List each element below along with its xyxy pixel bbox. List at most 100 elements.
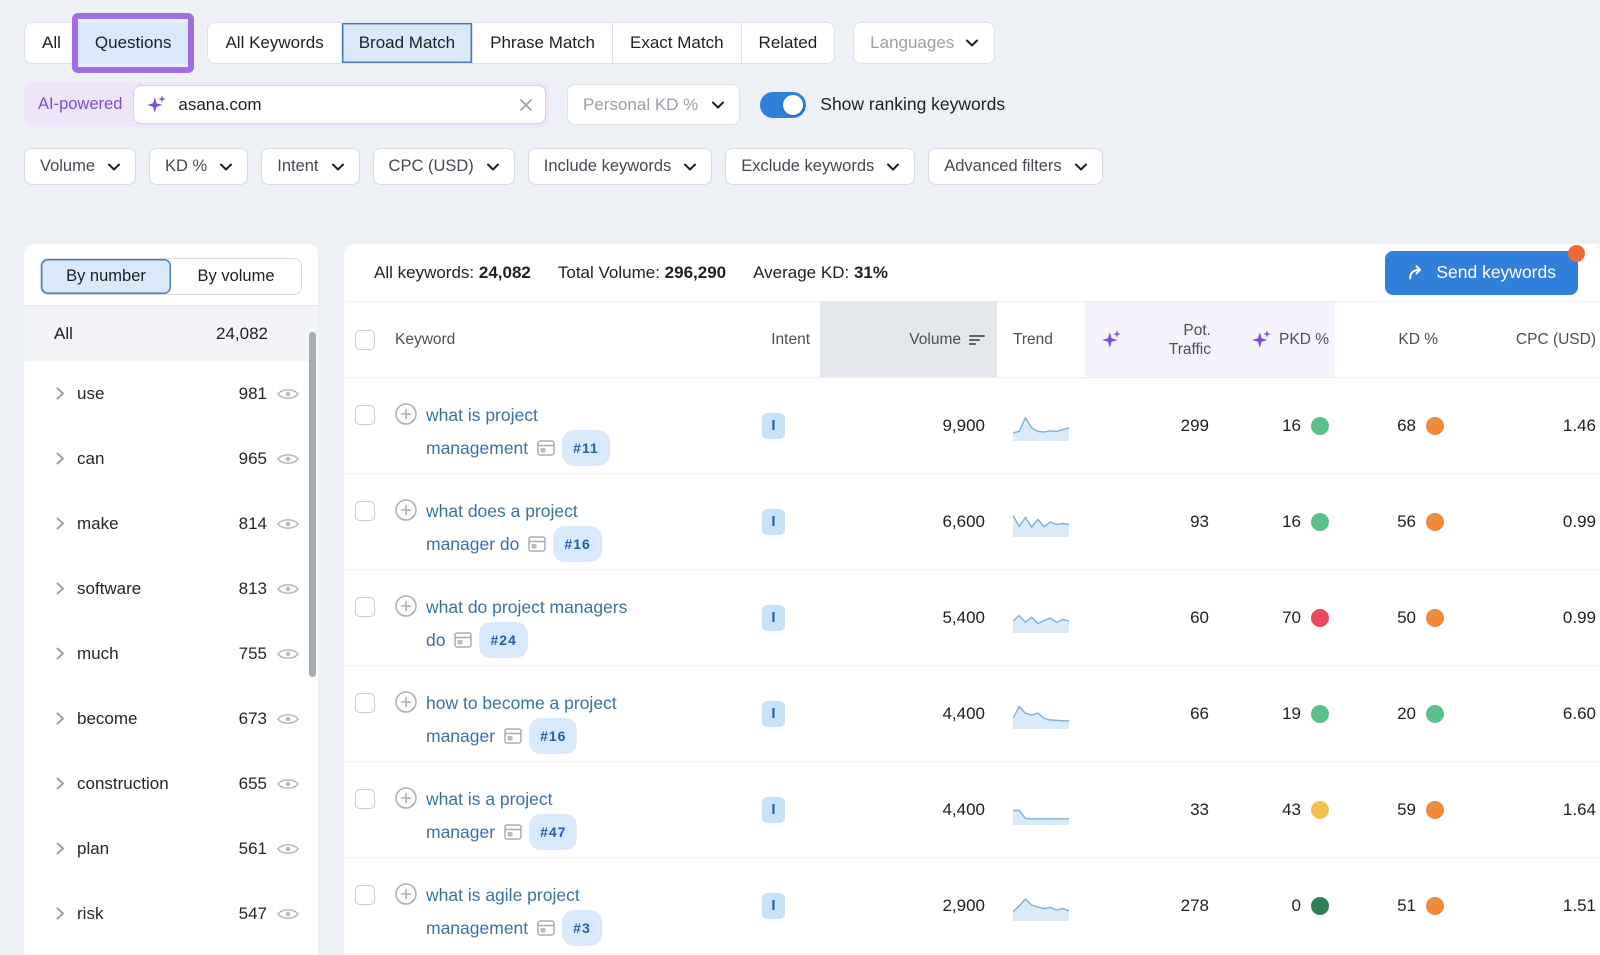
group-all-row[interactable]: All 24,082 bbox=[24, 306, 318, 361]
eye-icon[interactable] bbox=[277, 516, 299, 532]
header-trend[interactable]: Trend bbox=[997, 302, 1085, 377]
trend-sparkline bbox=[1013, 699, 1069, 729]
keyword-group-software[interactable]: software 813 bbox=[24, 556, 318, 621]
eye-icon[interactable] bbox=[277, 841, 299, 857]
keyword-link[interactable]: what does a projectmanager do#16 bbox=[426, 496, 602, 562]
kd-status-dot bbox=[1426, 897, 1444, 915]
volume-value: 2,900 bbox=[820, 858, 997, 953]
row-checkbox[interactable] bbox=[355, 405, 375, 425]
tab-related[interactable]: Related bbox=[741, 23, 835, 63]
sidebar-vertical-scrollbar[interactable] bbox=[309, 332, 316, 677]
keyword-link[interactable]: what is projectmanagement#11 bbox=[426, 400, 610, 466]
row-checkbox[interactable] bbox=[355, 885, 375, 905]
group-label: plan bbox=[77, 839, 239, 859]
clear-search-icon[interactable] bbox=[519, 98, 533, 112]
eye-icon[interactable] bbox=[277, 776, 299, 792]
tab-all-keywords[interactable]: All Keywords bbox=[208, 23, 340, 63]
chevron-right-icon[interactable] bbox=[56, 842, 65, 855]
languages-dropdown[interactable]: Languages bbox=[853, 22, 995, 64]
chevron-right-icon[interactable] bbox=[56, 712, 65, 725]
keyword-group-use[interactable]: use 981 bbox=[24, 361, 318, 426]
personal-kd-dropdown[interactable]: Personal KD % bbox=[567, 84, 740, 125]
tab-broad-match[interactable]: Broad Match bbox=[341, 23, 472, 63]
keyword-group-can[interactable]: can 965 bbox=[24, 426, 318, 491]
filter-row: Volume KD % Intent CPC (USD) Include key… bbox=[24, 148, 1600, 185]
eye-icon[interactable] bbox=[277, 646, 299, 662]
intent-badge[interactable]: I bbox=[762, 797, 785, 823]
keyword-group-much[interactable]: much 755 bbox=[24, 621, 318, 686]
header-cpc[interactable]: CPC (USD) bbox=[1450, 302, 1600, 377]
tab-phrase-match[interactable]: Phrase Match bbox=[472, 23, 612, 63]
kd-value: 20 bbox=[1397, 704, 1416, 724]
header-pkd[interactable]: PKD % bbox=[1225, 302, 1335, 377]
eye-icon[interactable] bbox=[277, 581, 299, 597]
keyword-group-construction[interactable]: construction 655 bbox=[24, 751, 318, 816]
header-kd[interactable]: KD % bbox=[1335, 302, 1450, 377]
include-keywords-filter[interactable]: Include keywords bbox=[528, 148, 712, 185]
chevron-right-icon[interactable] bbox=[56, 517, 65, 530]
header-intent[interactable]: Intent bbox=[750, 302, 820, 377]
keyword-link[interactable]: what do project managersdo#24 bbox=[426, 592, 627, 658]
row-checkbox[interactable] bbox=[355, 789, 375, 809]
keyword-group-make[interactable]: make 814 bbox=[24, 491, 318, 556]
row-checkbox[interactable] bbox=[355, 597, 375, 617]
group-label: can bbox=[77, 449, 239, 469]
tab-questions[interactable]: Questions bbox=[78, 22, 189, 64]
chevron-right-icon[interactable] bbox=[56, 582, 65, 595]
intent-filter[interactable]: Intent bbox=[261, 148, 359, 185]
chevron-right-icon[interactable] bbox=[56, 647, 65, 660]
volume-value: 4,400 bbox=[820, 762, 997, 857]
ranking-position-badge: #11 bbox=[562, 430, 610, 466]
tab-by-volume[interactable]: By volume bbox=[171, 259, 301, 294]
chevron-right-icon[interactable] bbox=[56, 907, 65, 920]
add-keyword-icon[interactable] bbox=[395, 403, 417, 425]
row-checkbox[interactable] bbox=[355, 501, 375, 521]
advanced-filters[interactable]: Advanced filters bbox=[928, 148, 1102, 185]
keyword-group-become[interactable]: become 673 bbox=[24, 686, 318, 751]
group-label: use bbox=[77, 384, 239, 404]
chevron-right-icon[interactable] bbox=[56, 777, 65, 790]
keyword-group-plan[interactable]: plan 561 bbox=[24, 816, 318, 881]
add-keyword-icon[interactable] bbox=[395, 787, 417, 809]
intent-badge[interactable]: I bbox=[762, 509, 785, 535]
keyword-group-risk[interactable]: risk 547 bbox=[24, 881, 318, 946]
eye-icon[interactable] bbox=[277, 711, 299, 727]
show-ranking-keywords-label: Show ranking keywords bbox=[820, 94, 1005, 115]
intent-badge[interactable]: I bbox=[762, 413, 785, 439]
pot-traffic-value: 93 bbox=[1085, 474, 1225, 569]
select-all-checkbox[interactable] bbox=[355, 330, 375, 350]
intent-badge[interactable]: I bbox=[762, 893, 785, 919]
tab-all[interactable]: All bbox=[25, 23, 78, 63]
chevron-right-icon[interactable] bbox=[56, 387, 65, 400]
eye-icon[interactable] bbox=[277, 906, 299, 922]
search-input[interactable]: asana.com bbox=[133, 85, 546, 124]
keywords-table-panel: All keywords: 24,082 Total Volume: 296,2… bbox=[344, 244, 1600, 955]
keyword-link[interactable]: what is a projectmanager#47 bbox=[426, 784, 577, 850]
intent-badge[interactable]: I bbox=[762, 701, 785, 727]
volume-filter[interactable]: Volume bbox=[24, 148, 136, 185]
cpc-filter[interactable]: CPC (USD) bbox=[373, 148, 515, 185]
match-tabs-group: All Keywords Broad Match Phrase Match Ex… bbox=[207, 22, 835, 64]
keyword-link[interactable]: how to become a projectmanager#16 bbox=[426, 688, 617, 754]
exclude-keywords-filter[interactable]: Exclude keywords bbox=[725, 148, 915, 185]
add-keyword-icon[interactable] bbox=[395, 883, 417, 905]
send-keywords-button[interactable]: Send keywords bbox=[1385, 251, 1578, 295]
add-keyword-icon[interactable] bbox=[395, 499, 417, 521]
pkd-status-dot bbox=[1311, 417, 1329, 435]
keyword-link[interactable]: what is agile projectmanagement#3 bbox=[426, 880, 602, 946]
header-volume[interactable]: Volume bbox=[820, 302, 997, 377]
serp-features-icon bbox=[504, 728, 522, 744]
show-ranking-keywords-toggle[interactable] bbox=[760, 92, 806, 118]
tab-exact-match[interactable]: Exact Match bbox=[612, 23, 741, 63]
tab-by-number[interactable]: By number bbox=[41, 259, 171, 294]
intent-badge[interactable]: I bbox=[762, 605, 785, 631]
header-keyword[interactable]: Keyword bbox=[388, 302, 750, 377]
kd-filter[interactable]: KD % bbox=[149, 148, 248, 185]
header-pot-traffic[interactable]: Pot.Traffic bbox=[1085, 302, 1225, 377]
add-keyword-icon[interactable] bbox=[395, 595, 417, 617]
add-keyword-icon[interactable] bbox=[395, 691, 417, 713]
eye-icon[interactable] bbox=[277, 386, 299, 402]
row-checkbox[interactable] bbox=[355, 693, 375, 713]
eye-icon[interactable] bbox=[277, 451, 299, 467]
chevron-right-icon[interactable] bbox=[56, 452, 65, 465]
